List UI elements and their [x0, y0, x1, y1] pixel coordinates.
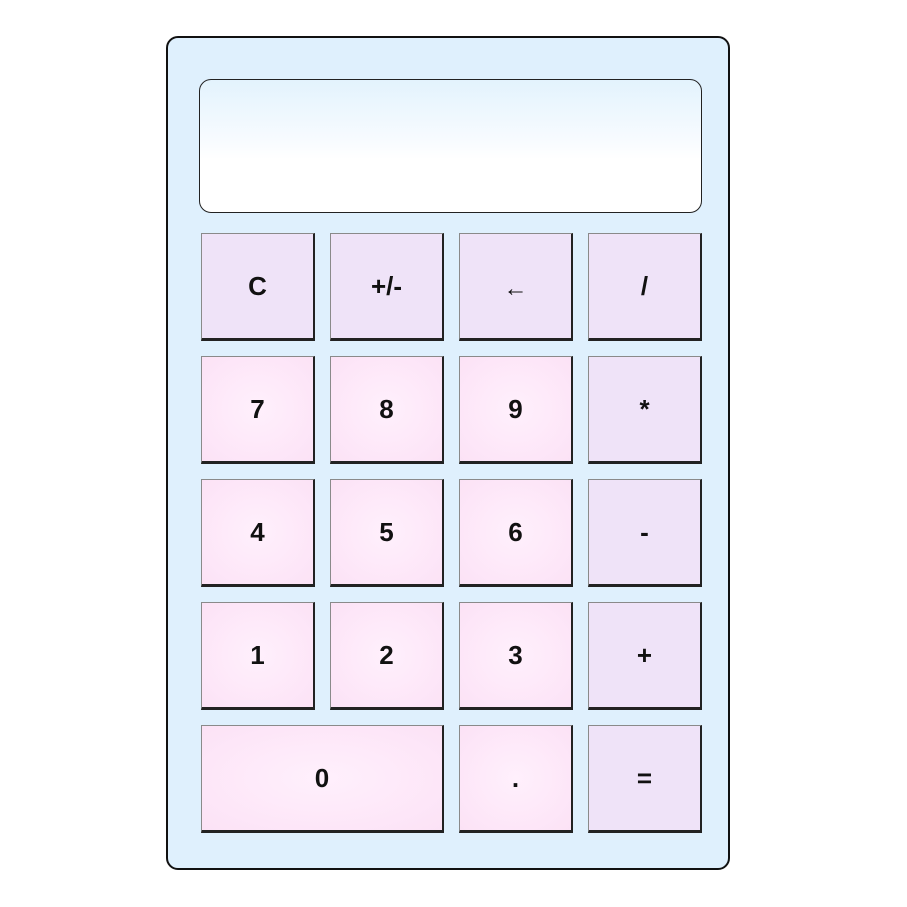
equals-button[interactable]: = [588, 725, 702, 833]
decimal-button[interactable]: . [459, 725, 573, 833]
digit-6-button[interactable]: 6 [459, 479, 573, 587]
backspace-arrow-icon: ← [503, 275, 528, 302]
negate-button[interactable]: +/- [330, 233, 444, 341]
calculator-display [199, 79, 702, 213]
digit-5-button[interactable]: 5 [330, 479, 444, 587]
add-button[interactable]: + [588, 602, 702, 710]
multiply-button[interactable]: * [588, 356, 702, 464]
digit-8-button[interactable]: 8 [330, 356, 444, 464]
digit-4-button[interactable]: 4 [201, 479, 315, 587]
clear-button[interactable]: C [201, 233, 315, 341]
digit-7-button[interactable]: 7 [201, 356, 315, 464]
digit-3-button[interactable]: 3 [459, 602, 573, 710]
subtract-button[interactable]: - [588, 479, 702, 587]
calculator-body: C +/- ← / 7 8 9 * 4 5 6 - 1 2 3 + 0 . = [166, 36, 730, 870]
divide-button[interactable]: / [588, 233, 702, 341]
digit-2-button[interactable]: 2 [330, 602, 444, 710]
digit-9-button[interactable]: 9 [459, 356, 573, 464]
digit-0-button[interactable]: 0 [201, 725, 444, 833]
digit-1-button[interactable]: 1 [201, 602, 315, 710]
backspace-button[interactable]: ← [459, 233, 573, 341]
